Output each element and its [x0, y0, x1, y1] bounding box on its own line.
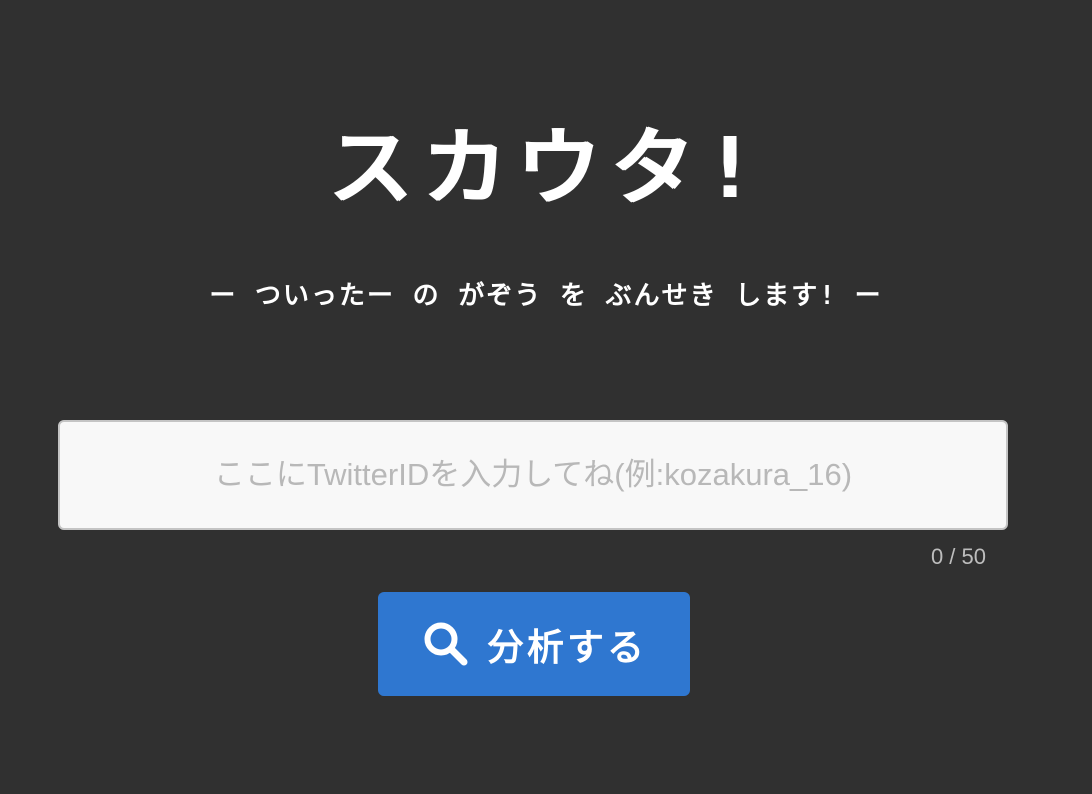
analyze-button[interactable]: 分析する — [378, 592, 690, 696]
twitter-id-field-container — [58, 420, 1008, 530]
app-logo: スカウタ! — [327, 119, 765, 217]
tagline: ー ついったー の がぞう を ぶんせき します! ー — [209, 281, 883, 311]
analyze-button-label: 分析する — [487, 626, 647, 669]
character-counter: 0 / 50 — [930, 544, 986, 569]
search-icon — [421, 619, 471, 669]
twitter-id-input[interactable] — [60, 422, 1006, 528]
